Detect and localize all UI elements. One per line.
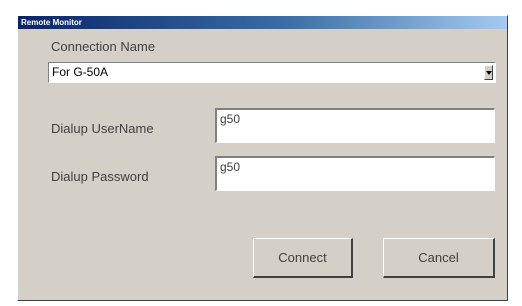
title-bar[interactable]: Remote Monitor — [18, 16, 507, 29]
dialup-username-input[interactable]: g50 — [215, 108, 495, 143]
dialup-password-input[interactable]: g50 — [215, 156, 495, 191]
dialup-password-label: Dialup Password — [51, 169, 149, 184]
connection-name-value: For G-50A — [52, 65, 109, 79]
dialup-username-value: g50 — [220, 112, 241, 126]
window-title: Remote Monitor — [21, 18, 82, 27]
dialup-username-label: Dialup UserName — [51, 121, 154, 136]
dropdown-button[interactable] — [484, 65, 493, 80]
dialup-password-value: g50 — [220, 160, 241, 174]
cancel-button[interactable]: Cancel — [383, 238, 495, 278]
connection-name-label: Connection Name — [51, 39, 156, 54]
remote-monitor-dialog: Remote Monitor Connection Name For G-50A… — [17, 15, 508, 301]
chevron-down-icon — [486, 71, 492, 75]
connection-name-select[interactable]: For G-50A — [48, 62, 496, 83]
connect-button[interactable]: Connect — [253, 238, 353, 278]
